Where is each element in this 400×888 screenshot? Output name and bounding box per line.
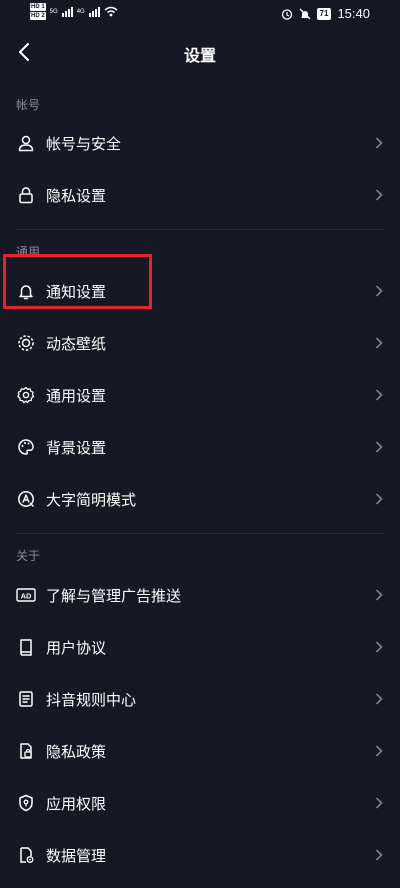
menu-item-label: 大字简明模式 [46, 490, 137, 509]
chevron-right-icon [374, 188, 384, 202]
section-label-account: 帐号 [16, 98, 41, 112]
status-time: 15:40 [337, 6, 370, 21]
shield-icon [16, 793, 36, 813]
large-font-icon [16, 489, 36, 509]
menu-item-label: 抖音规则中心 [46, 690, 137, 709]
privacy-doc-icon [16, 741, 36, 761]
page-title: 设置 [183, 46, 216, 65]
menu-item-account-security[interactable]: 帐号与安全 [0, 117, 400, 169]
chevron-right-icon [374, 692, 384, 706]
menu-item-general-settings[interactable]: 通用设置 [0, 369, 400, 421]
chevron-right-icon [374, 136, 384, 150]
hd1-badge: HD 1 [30, 3, 46, 11]
chevron-right-icon [374, 492, 384, 506]
chevron-right-icon [374, 440, 384, 454]
status-left: HD 1 HD 2 5G 4G [30, 3, 118, 20]
status-right: 71 15:40 [281, 6, 370, 21]
menu-item-label: 帐号与安全 [46, 134, 122, 153]
status-bar: HD 1 HD 2 5G 4G 71 15:40 [0, 0, 400, 28]
user-icon [16, 133, 36, 153]
alarm-icon [281, 8, 292, 20]
lock-icon [16, 185, 36, 205]
hd2-badge: HD 2 [30, 12, 46, 20]
signal-icon-2 [88, 6, 100, 17]
chevron-right-icon [374, 796, 384, 810]
menu-item-privacy-policy[interactable]: 隐私政策 [0, 725, 400, 777]
chevron-right-icon [374, 640, 384, 654]
menu-item-label: 了解与管理广告推送 [46, 586, 182, 605]
divider [16, 533, 384, 534]
menu-item-data-management[interactable]: 数据管理 [0, 829, 400, 881]
data-file-icon [16, 845, 36, 865]
chevron-right-icon [374, 388, 384, 402]
menu-item-app-permissions[interactable]: 应用权限 [0, 777, 400, 829]
menu-item-label: 用户协议 [46, 638, 107, 657]
menu-item-label: 通用设置 [46, 386, 107, 405]
chevron-right-icon [374, 284, 384, 298]
chevron-right-icon [374, 744, 384, 758]
menu-item-user-agreement[interactable]: 用户协议 [0, 621, 400, 673]
menu-item-privacy-settings[interactable]: 隐私设置 [0, 169, 400, 221]
network-type-1: 5G [49, 8, 58, 15]
book-icon [16, 637, 36, 657]
menu-item-background-settings[interactable]: 背景设置 [0, 421, 400, 473]
chevron-right-icon [374, 588, 384, 602]
menu-item-label: 隐私政策 [46, 742, 107, 761]
network-type-2: 4G [76, 8, 85, 15]
wifi-icon [104, 6, 118, 17]
menu-item-rules-center[interactable]: 抖音规则中心 [0, 673, 400, 725]
svg-text:AD: AD [21, 591, 32, 600]
gear-icon [16, 385, 36, 405]
menu-item-label: 动态壁纸 [46, 334, 107, 353]
live-wallpaper-icon [16, 333, 36, 353]
palette-icon [16, 437, 36, 457]
mute-bell-icon [299, 8, 311, 19]
battery-indicator: 71 [316, 7, 332, 20]
signal-icon [61, 6, 73, 17]
menu-item-large-font-mode[interactable]: 大字简明模式 [0, 473, 400, 525]
chevron-right-icon [374, 848, 384, 862]
divider [16, 229, 384, 230]
chevron-right-icon [374, 336, 384, 350]
ad-icon: AD [16, 585, 36, 605]
menu-item-ad-management[interactable]: AD 了解与管理广告推送 [0, 569, 400, 621]
menu-item-label: 隐私设置 [46, 186, 107, 205]
menu-item-label: 数据管理 [46, 846, 107, 865]
rules-doc-icon [16, 689, 36, 709]
highlight-box [3, 254, 152, 309]
menu-item-label: 应用权限 [46, 794, 107, 813]
menu-item-live-wallpaper[interactable]: 动态壁纸 [0, 317, 400, 369]
nav-bar: 设置 [0, 34, 400, 70]
menu-item-label: 背景设置 [46, 438, 107, 457]
section-label-about: 关于 [16, 549, 41, 563]
